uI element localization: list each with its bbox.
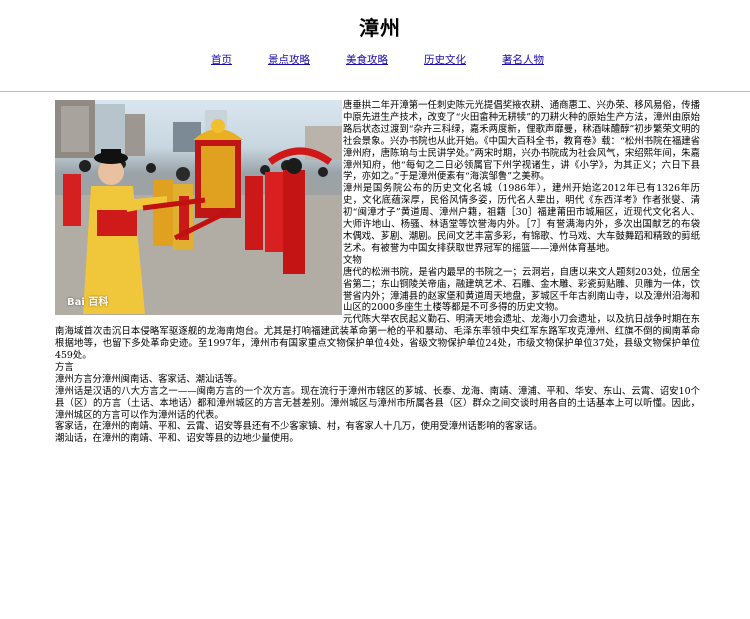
article-body: Bai 百科 唐垂拱二年开漳第一任刺史陈元光提倡奖掖农耕、通商惠工、兴办荣、移风… [55,100,700,445]
nav-link-home[interactable]: 首页 [211,52,232,67]
nav-link-famous-people[interactable]: 著名人物 [502,52,544,67]
article-paragraph-dialect-overview: 漳州方言分漳州闽南话、客家话、潮汕话等。 [55,373,243,385]
page-title: 漳州 [359,16,401,40]
article-paragraph-hakka: 客家话，在漳州的南靖、平和、云霄、诏安等县还有不少客家镇、村，有客家人十几万，使… [55,421,543,433]
photo-watermark: Bai 百科 [67,297,109,309]
section-heading-dialects: 方言 [55,361,74,373]
article-paragraph-zhangzhou-dialect: 漳州话是汉语的八大方言之一——闽南方言的一个次方言。现在流行于漳州市辖区的芗城、… [55,385,700,421]
parade-photo-illustration [55,100,342,315]
nav-link-attractions[interactable]: 景点攻略 [268,52,310,67]
nav-link-history-culture[interactable]: 历史文化 [424,52,466,67]
nav-link-food[interactable]: 美食攻略 [346,52,388,67]
main-nav: 首页 景点攻略 美食攻略 历史文化 著名人物 [211,52,544,67]
article-paragraph-chaoshan: 潮汕话，在漳州的南靖、平和、诏安等县的边地少量使用。 [55,433,299,445]
article-paragraph-revolutionary-sites: 元代陈大举农民起义勤石、明清天地会遗址、龙海小刀会遗址，以及抗日战争时期在东南海… [55,314,700,362]
parade-photo: Bai 百科 [55,100,342,315]
header-divider [0,91,750,92]
